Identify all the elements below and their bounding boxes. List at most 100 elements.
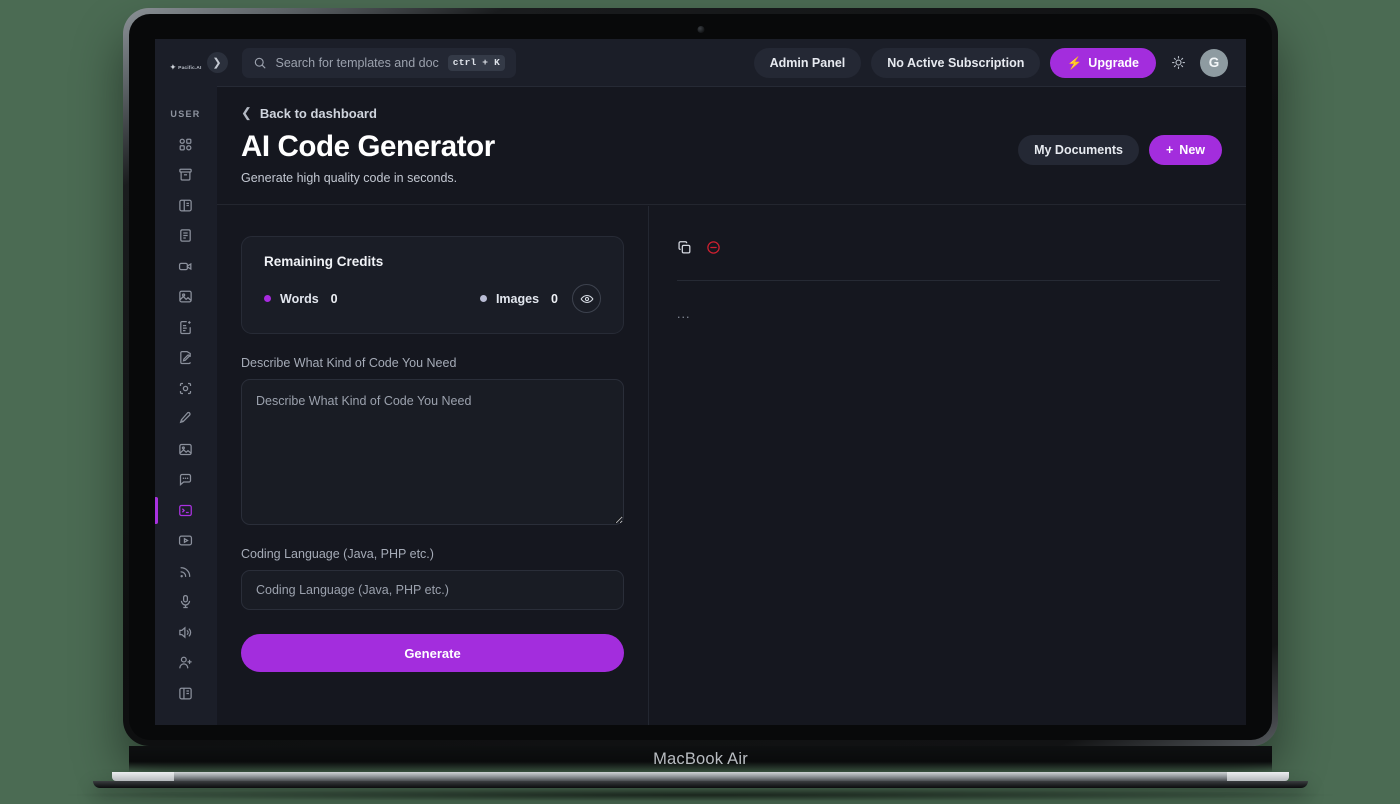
sidebar-item-brand-kit[interactable] bbox=[155, 678, 216, 709]
pen-tool-icon bbox=[179, 412, 191, 424]
admin-panel-button[interactable]: Admin Panel bbox=[753, 47, 862, 78]
theme-toggle-button[interactable] bbox=[1167, 52, 1189, 74]
images-value: 0 bbox=[551, 291, 558, 306]
video-camera-icon bbox=[178, 262, 192, 270]
new-button[interactable]: + New bbox=[1148, 135, 1222, 165]
brand-logo[interactable]: ✦ Pacific.AI bbox=[155, 43, 216, 91]
sparkle-icon: ✦ bbox=[169, 61, 177, 72]
credit-images: Images 0 bbox=[479, 291, 558, 306]
topbar-actions: Admin Panel No Active Subscription ⚡ Upg… bbox=[753, 47, 1228, 78]
sidebar-item-voiceover[interactable] bbox=[155, 587, 216, 618]
title-row: AI Code Generator Generate high quality … bbox=[241, 131, 1222, 185]
prompt-field-group: Describe What Kind of Code You Need bbox=[241, 356, 624, 526]
sidebar-item-images[interactable] bbox=[155, 282, 216, 313]
file-pen-icon bbox=[180, 351, 191, 365]
output-pane: ... bbox=[649, 206, 1246, 725]
sidebar-item-editor[interactable] bbox=[155, 343, 216, 374]
words-dot-icon bbox=[264, 295, 271, 303]
subscription-status-button[interactable]: No Active Subscription bbox=[871, 47, 1041, 78]
document-icon bbox=[180, 229, 191, 242]
sidebar-item-video[interactable] bbox=[155, 251, 216, 282]
credit-words: Words 0 bbox=[264, 292, 338, 306]
language-field-group: Coding Language (Java, PHP etc.) bbox=[241, 547, 624, 611]
sidebar-item-dashboard[interactable] bbox=[155, 129, 216, 160]
image-frame-icon bbox=[179, 443, 192, 455]
language-label: Coding Language (Java, PHP etc.) bbox=[241, 547, 434, 562]
sidebar-item-broadcast[interactable] bbox=[155, 556, 216, 587]
microphone-icon bbox=[180, 595, 191, 609]
sidebar-item-video-player[interactable] bbox=[155, 526, 216, 557]
terminal-icon bbox=[179, 504, 192, 516]
sidebar-nav-list bbox=[155, 129, 216, 709]
words-value: 0 bbox=[330, 291, 338, 306]
minus-circle-icon bbox=[707, 241, 720, 254]
plus-icon: + bbox=[1165, 143, 1174, 157]
bolt-icon: ⚡ bbox=[1067, 55, 1083, 70]
page-header: ❮ Back to dashboard AI Code Generator Ge… bbox=[217, 87, 1246, 207]
sun-icon bbox=[1171, 56, 1185, 69]
my-documents-button[interactable]: My Documents bbox=[1018, 135, 1139, 165]
page-title: AI Code Generator bbox=[241, 130, 495, 163]
device-shadow bbox=[68, 789, 1333, 801]
laptop-hinge bbox=[112, 772, 1289, 781]
topbar: ❯ Search for templates and doc ctrl + K bbox=[206, 39, 1246, 87]
macbook-air-device: ✦ Pacific.AI USER ❯ Search for templates… bbox=[68, 8, 1333, 801]
credits-row: Words 0 Images 0 bbox=[264, 284, 601, 314]
sidebar-item-ai-writer[interactable] bbox=[155, 312, 216, 343]
rss-icon bbox=[180, 566, 191, 578]
sidebar-section-label: USER bbox=[170, 109, 201, 119]
id-card-icon bbox=[179, 687, 192, 700]
device-label: MacBook Air bbox=[129, 746, 1272, 772]
copy-output-button[interactable] bbox=[677, 240, 692, 255]
sidebar-item-vision[interactable] bbox=[155, 373, 216, 404]
page-header-actions: My Documents + New bbox=[1018, 131, 1222, 165]
words-label: Words bbox=[280, 291, 319, 306]
avatar[interactable]: G bbox=[1200, 48, 1228, 77]
remaining-credits-card: Remaining Credits Words 0 Images 0 bbox=[241, 236, 624, 335]
user-plus-icon bbox=[179, 656, 192, 669]
speaker-icon bbox=[179, 626, 192, 639]
sidebar-item-documents[interactable] bbox=[155, 221, 216, 252]
sidebar-item-photo-studio[interactable] bbox=[155, 434, 216, 465]
search-placeholder: Search for templates and doc bbox=[275, 55, 439, 70]
sidebar-item-text-to-speech[interactable] bbox=[155, 617, 216, 648]
delete-output-button[interactable] bbox=[706, 240, 721, 255]
sidebar-item-invite-user[interactable] bbox=[155, 648, 216, 679]
toggle-credits-visibility-button[interactable] bbox=[572, 284, 601, 314]
chevron-right-icon: ❯ bbox=[212, 57, 222, 69]
generate-button[interactable]: Generate bbox=[241, 634, 624, 673]
upgrade-label: Upgrade bbox=[1088, 55, 1139, 70]
credits-card-title: Remaining Credits bbox=[264, 254, 384, 270]
chat-bubble-icon bbox=[179, 474, 192, 487]
language-input[interactable] bbox=[241, 570, 624, 611]
search-input[interactable]: Search for templates and doc ctrl + K bbox=[241, 47, 517, 78]
sidebar-item-templates[interactable] bbox=[155, 190, 216, 221]
new-label: New bbox=[1179, 143, 1205, 157]
file-sparkle-icon bbox=[180, 320, 191, 334]
sidebar-item-archive[interactable] bbox=[155, 160, 216, 191]
laptop-base: MacBook Air bbox=[93, 746, 1308, 788]
copy-icon bbox=[678, 240, 691, 254]
panel-layout-icon bbox=[179, 199, 192, 212]
sidebar-toggle-button[interactable]: ❯ bbox=[206, 52, 228, 73]
webcam-icon bbox=[697, 26, 704, 33]
chevron-left-icon: ❮ bbox=[241, 105, 252, 120]
back-to-dashboard-link[interactable]: ❮ Back to dashboard bbox=[241, 105, 377, 121]
sidebar: ✦ Pacific.AI USER bbox=[155, 39, 217, 725]
scan-focus-icon bbox=[179, 382, 192, 394]
laptop-foot bbox=[93, 781, 1308, 788]
image-icon bbox=[179, 290, 192, 303]
prompt-textarea[interactable] bbox=[241, 379, 624, 526]
page-subtitle: Generate high quality code in seconds. bbox=[241, 171, 458, 186]
grid-icon bbox=[179, 138, 192, 151]
laptop-bezel: ✦ Pacific.AI USER ❯ Search for templates… bbox=[129, 14, 1272, 740]
search-icon bbox=[254, 57, 265, 68]
sidebar-item-code-generator[interactable] bbox=[155, 495, 216, 526]
upgrade-button[interactable]: ⚡ Upgrade bbox=[1050, 47, 1156, 78]
sidebar-item-art-tools[interactable] bbox=[155, 404, 216, 435]
brand-name: Pacific.AI bbox=[178, 64, 202, 70]
sidebar-item-chat[interactable] bbox=[155, 465, 216, 496]
laptop-lid: ✦ Pacific.AI USER ❯ Search for templates… bbox=[123, 8, 1278, 746]
title-block: AI Code Generator Generate high quality … bbox=[241, 130, 495, 186]
play-box-icon bbox=[178, 535, 193, 546]
